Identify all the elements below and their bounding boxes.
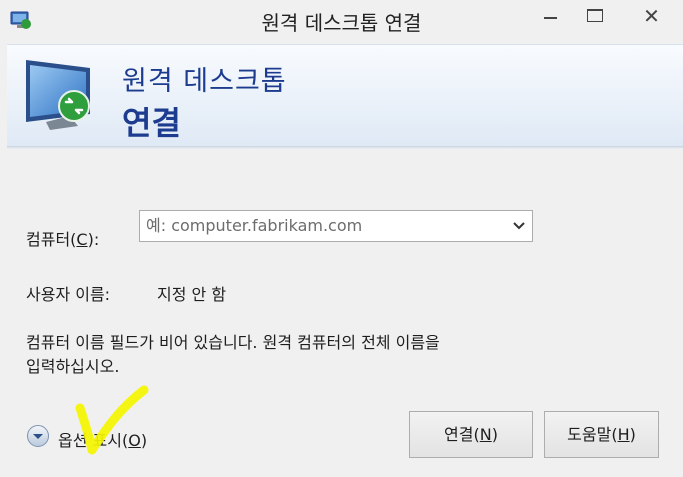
message-line2: 입력하십시오. bbox=[26, 357, 120, 376]
remote-desktop-monitor-icon bbox=[26, 60, 90, 130]
banner-divider bbox=[7, 146, 683, 149]
help-button[interactable]: 도움말(H) bbox=[544, 411, 659, 458]
title-bar: 원격 데스크톱 연결 ✕ bbox=[0, 0, 683, 42]
banner-title-line2: 연결 bbox=[122, 104, 181, 142]
show-options-label[interactable]: 옵션 표시(O) bbox=[58, 427, 147, 451]
message-line1: 컴퓨터 이름 필드가 비어 있습니다. 원격 컴퓨터의 전체 이름을 bbox=[26, 333, 440, 352]
computer-label: 컴퓨터(C): bbox=[26, 230, 100, 249]
computer-input[interactable] bbox=[146, 211, 496, 241]
banner-title-line1: 원격 데스크톱 bbox=[122, 66, 287, 97]
header-banner bbox=[7, 44, 683, 147]
close-icon: ✕ bbox=[643, 4, 660, 28]
computer-combobox[interactable] bbox=[139, 210, 533, 242]
maximize-button[interactable] bbox=[574, 0, 620, 34]
user-name-value: 지정 안 함 bbox=[157, 285, 227, 304]
expand-circle-icon[interactable] bbox=[26, 424, 50, 448]
user-name-label: 사용자 이름: bbox=[26, 285, 111, 304]
connect-button[interactable]: 연결(N) bbox=[409, 411, 533, 458]
close-button[interactable]: ✕ bbox=[620, 0, 683, 34]
minimize-button[interactable] bbox=[528, 0, 574, 34]
chevron-down-icon[interactable] bbox=[512, 220, 526, 232]
